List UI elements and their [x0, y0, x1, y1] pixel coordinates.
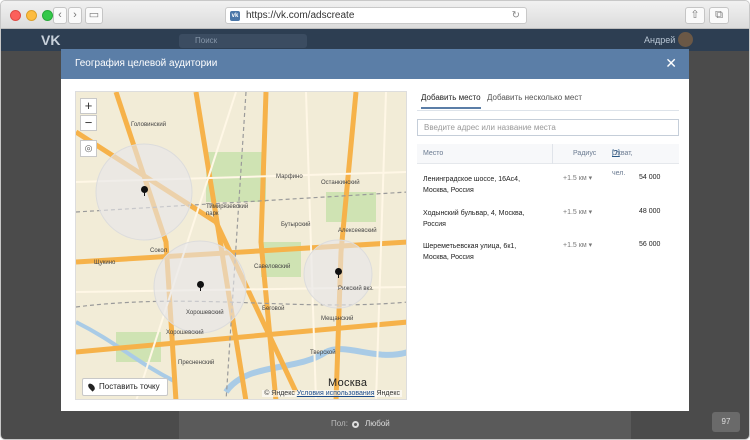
map-place-label: Мещанский — [321, 316, 354, 322]
share-icon[interactable]: ⇧ — [685, 7, 705, 24]
sidebar-icon[interactable]: ▭ — [85, 7, 103, 24]
table-row: Шереметьевская улица, 6к1, Москва, Росси… — [417, 239, 679, 273]
map-graphic — [76, 92, 406, 399]
tab-add-place[interactable]: Добавить место — [421, 93, 481, 109]
radius-select[interactable]: +1.5 км ▾ — [563, 208, 592, 216]
modal-title: География целевой аудитории — [75, 58, 218, 69]
set-point-button[interactable]: Поставить точку — [82, 378, 168, 396]
tab-add-multiple[interactable]: Добавить несколько мест — [487, 93, 582, 107]
vk-favicon-icon: vk — [230, 11, 240, 21]
col-place: Место — [423, 150, 444, 157]
address-bar[interactable]: vk https://vk.com/adscreate ↻ — [225, 7, 527, 24]
map-place-label: Савеловский — [254, 264, 291, 270]
browser-titlebar: ‹ › ▭ vk https://vk.com/adscreate ↻ ⇧ ⧉ — [1, 1, 749, 29]
map-place-label: Хорошевский — [186, 310, 224, 316]
map-view[interactable]: Головинский Марфино Останкинский Тимиряз… — [75, 91, 407, 400]
table-row: Ходынский бульвар, 4, Москва, Россия +1.… — [417, 206, 679, 240]
place-address: Ходынский бульвар, 4, Москва, Россия — [423, 210, 525, 228]
map-place-label: Пресненский — [178, 360, 215, 366]
map-brand: Яндекс — [376, 390, 400, 397]
map-attribution: © Яндекс Условия использования Яндекс — [262, 390, 402, 397]
map-place-label: Алексеевский — [338, 228, 377, 234]
map-copyright: © Яндекс — [264, 390, 295, 397]
map-place-label: Тимирязевский парк — [206, 204, 249, 217]
zoom-out-button[interactable]: − — [80, 115, 97, 131]
map-place-label: Сокол — [150, 248, 168, 254]
close-icon[interactable]: ✕ — [665, 55, 677, 72]
coverage-help-link[interactable]: [?] — [612, 144, 620, 164]
minimize-window-button[interactable] — [26, 10, 37, 21]
set-point-label: Поставить точку — [99, 382, 160, 391]
tabs-icon[interactable]: ⧉ — [709, 7, 729, 24]
map-place-label: Бутырский — [281, 222, 311, 228]
map-place-label: Щукино — [94, 260, 116, 266]
map-marker-icon[interactable] — [335, 268, 342, 278]
radius-select[interactable]: +1.5 км ▾ — [563, 241, 592, 249]
browser-window: ‹ › ▭ vk https://vk.com/adscreate ↻ ⇧ ⧉ … — [0, 0, 750, 440]
map-place-label: Тверской — [310, 350, 336, 356]
modal-header: География целевой аудитории ✕ — [61, 49, 689, 79]
close-window-button[interactable] — [10, 10, 21, 21]
forward-button[interactable]: › — [68, 7, 82, 24]
url-text: https://vk.com/adscreate — [246, 10, 355, 21]
map-place-label: Беговой — [262, 306, 285, 312]
pin-icon — [86, 382, 97, 392]
gender-label: Пол: — [331, 419, 348, 428]
radius-value: +1.5 км — [563, 175, 587, 182]
locate-icon[interactable]: ◎ — [80, 140, 97, 157]
radius-value: +1.5 км — [563, 242, 587, 249]
place-address: Шереметьевская улица, 6к1, Москва, Росси… — [423, 243, 517, 261]
map-place-label: Головинский — [131, 122, 167, 128]
map-place-label: Марфино — [276, 174, 303, 180]
vk-header — [1, 29, 749, 51]
places-table-header: Место Радиус Охват, чел. [?] — [417, 144, 679, 177]
maximize-window-button[interactable] — [42, 10, 53, 21]
address-search-input[interactable]: Введите адрес или название места — [417, 119, 679, 136]
map-marker-icon[interactable] — [141, 186, 148, 196]
place-address: Ленинградское шоссе, 16Ас4, Москва, Росс… — [423, 176, 521, 194]
avatar[interactable] — [678, 32, 693, 47]
map-city-label: Москва — [328, 377, 368, 389]
tab-bar: Добавить место Добавить несколько мест — [417, 93, 679, 111]
radius-select[interactable]: +1.5 км ▾ — [563, 174, 592, 182]
column-divider — [552, 144, 553, 164]
coverage-value: 48 000 — [639, 208, 661, 215]
gender-option[interactable]: Любой — [365, 419, 390, 428]
map-place-label: Останкинский — [321, 180, 360, 186]
geography-modal: География целевой аудитории ✕ Головински… — [61, 49, 689, 411]
map-marker-icon[interactable] — [197, 281, 204, 291]
col-radius: Радиус — [573, 150, 597, 157]
radio-icon[interactable] — [352, 421, 359, 428]
counter-badge[interactable]: 97 — [712, 412, 740, 432]
radius-value: +1.5 км — [563, 209, 587, 216]
back-button[interactable]: ‹ — [53, 7, 67, 24]
zoom-in-button[interactable]: + — [80, 98, 97, 114]
coverage-value: 56 000 — [639, 241, 661, 248]
vk-search-input[interactable]: Поиск — [179, 34, 307, 48]
user-name[interactable]: Андрей — [644, 35, 675, 45]
reload-icon[interactable]: ↻ — [512, 8, 520, 23]
coverage-value: 54 000 — [639, 174, 661, 181]
vk-logo[interactable]: VK — [41, 32, 60, 48]
terms-link[interactable]: Условия использования — [297, 390, 375, 397]
map-place-label: Хорошевский — [166, 330, 204, 336]
table-row: Ленинградское шоссе, 16Ас4, Москва, Росс… — [417, 172, 679, 206]
map-place-label: Рижский вкз. — [338, 286, 374, 292]
